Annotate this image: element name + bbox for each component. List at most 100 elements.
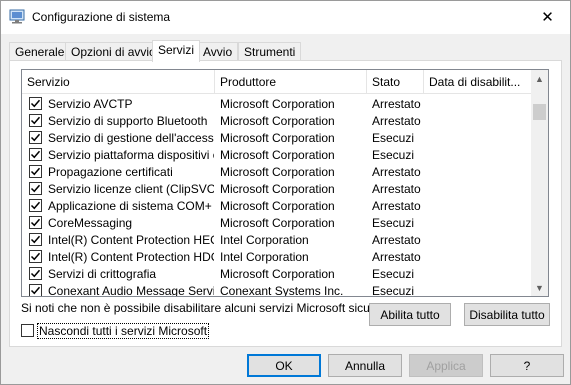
scrollbar-thumb[interactable] <box>533 104 546 120</box>
service-checkbox[interactable] <box>29 250 42 263</box>
service-status: Esecuzi <box>372 148 415 162</box>
scroll-down-arrow-icon[interactable]: ▼ <box>531 279 548 296</box>
service-checkbox[interactable] <box>29 216 42 229</box>
disable-all-button[interactable]: Disabilita tutto <box>464 303 550 326</box>
service-name: Intel(R) Content Protection HEC... <box>48 233 214 247</box>
service-vendor: Microsoft Corporation <box>220 131 335 145</box>
tab-label: Avvio <box>203 45 233 59</box>
ok-button[interactable]: OK <box>247 354 321 377</box>
table-row[interactable]: Conexant Audio Message Service Conexant S… <box>22 282 532 297</box>
table-row[interactable]: Servizio piattaforma dispositivi c... Mic… <box>22 146 532 163</box>
vertical-scrollbar[interactable]: ▲ ▼ <box>531 70 548 296</box>
service-vendor: Microsoft Corporation <box>220 165 335 179</box>
column-header-stato[interactable]: Stato <box>367 70 424 94</box>
service-vendor: Intel Corporation <box>220 250 309 264</box>
service-name: Servizio AVCTP <box>48 97 133 111</box>
service-name: Propagazione certificati <box>48 165 173 179</box>
column-header-produttore[interactable]: Produttore <box>215 70 367 94</box>
table-row[interactable]: Applicazione di sistema COM+ Microsoft Co… <box>22 197 532 214</box>
service-name: Intel(R) Content Protection HDC... <box>48 250 214 264</box>
services-rows: Servizio AVCTP Microsoft Corporation Arres… <box>22 95 532 297</box>
apply-button[interactable]: Applica <box>409 354 483 377</box>
tab-label: Generale <box>15 45 65 59</box>
table-row[interactable]: Propagazione certificati Microsoft Corpor… <box>22 163 532 180</box>
secure-services-note: Si noti che non è possibile disabilitare… <box>21 301 380 315</box>
service-status: Esecuzi <box>372 216 415 230</box>
service-name: Servizi di crittografia <box>48 267 157 281</box>
table-row[interactable]: Servizio di supporto Bluetooth Microsoft … <box>22 112 532 129</box>
service-name: Servizio di gestione dell'accesso ... <box>48 131 214 145</box>
help-label: ? <box>523 358 531 373</box>
service-vendor: Microsoft Corporation <box>220 97 335 111</box>
column-header-servizio[interactable]: Servizio <box>22 70 215 94</box>
tab-generale[interactable]: Generale <box>9 42 71 61</box>
service-status: Arrestato <box>372 182 421 196</box>
hide-ms-label: Nascondi tutti i servizi Microsoft <box>37 323 210 339</box>
system-config-window: Configurazione di sistema ✕ Generale Opz… <box>0 0 571 385</box>
service-vendor: Microsoft Corporation <box>220 148 335 162</box>
help-button[interactable]: ? <box>490 354 564 377</box>
table-row[interactable]: Intel(R) Content Protection HEC... Intel … <box>22 231 532 248</box>
service-checkbox[interactable] <box>29 182 42 195</box>
service-status: Arrestato <box>372 114 421 128</box>
list-header: Servizio Produttore Stato Data di disabi… <box>22 70 532 94</box>
service-status: Arrestato <box>372 165 421 179</box>
tab-strip: Generale Opzioni di avvio Servizi Avvio … <box>9 40 569 62</box>
tab-label: Strumenti <box>244 45 296 59</box>
service-checkbox[interactable] <box>29 97 42 110</box>
tab-strumenti[interactable]: Strumenti <box>238 42 302 61</box>
service-status: Arrestato <box>372 199 421 213</box>
service-name: Servizio licenze client (ClipSVC) <box>48 182 214 196</box>
service-status: Esecuzi <box>372 131 415 145</box>
service-checkbox[interactable] <box>29 267 42 280</box>
cancel-button[interactable]: Annulla <box>328 354 402 377</box>
service-vendor: Conexant Systems Inc. <box>220 284 344 297</box>
table-row[interactable]: CoreMessaging Microsoft Corporation Esecuz… <box>22 214 532 231</box>
service-vendor: Microsoft Corporation <box>220 182 335 196</box>
enable-all-label: Abilita tutto <box>380 307 440 322</box>
service-status: Esecuzi <box>372 267 415 281</box>
service-checkbox[interactable] <box>29 148 42 161</box>
service-checkbox[interactable] <box>29 131 42 144</box>
service-name: Applicazione di sistema COM+ <box>48 199 212 213</box>
table-row[interactable]: Servizio licenze client (ClipSVC) Microso… <box>22 180 532 197</box>
service-status: Arrestato <box>372 233 421 247</box>
table-row[interactable]: Servizio AVCTP Microsoft Corporation Arres… <box>22 95 532 112</box>
service-checkbox[interactable] <box>29 114 42 127</box>
service-name: CoreMessaging <box>48 216 133 230</box>
tab-label: Opzioni di avvio <box>71 45 156 59</box>
scroll-up-arrow-icon[interactable]: ▲ <box>531 70 548 87</box>
msconfig-app-icon <box>9 9 25 24</box>
close-icon: ✕ <box>541 9 554 26</box>
close-button[interactable]: ✕ <box>525 1 570 33</box>
service-name: Conexant Audio Message Service <box>48 284 214 297</box>
cancel-label: Annulla <box>344 358 386 373</box>
tab-servizi[interactable]: Servizi <box>152 40 201 62</box>
service-vendor: Microsoft Corporation <box>220 199 335 213</box>
tab-opzioni-di-avvio[interactable]: Opzioni di avvio <box>65 42 162 61</box>
tab-label: Servizi <box>158 43 195 57</box>
service-vendor: Microsoft Corporation <box>220 114 335 128</box>
service-checkbox[interactable] <box>29 199 42 212</box>
table-row[interactable]: Servizio di gestione dell'accesso ... Mic… <box>22 129 532 146</box>
apply-label: Applica <box>426 358 466 373</box>
service-status: Esecuzi <box>372 284 415 297</box>
services-list[interactable]: Servizio Produttore Stato Data di disabi… <box>21 69 549 297</box>
table-row[interactable]: Intel(R) Content Protection HDC... Intel … <box>22 248 532 265</box>
service-checkbox[interactable] <box>29 165 42 178</box>
service-name: Servizio di supporto Bluetooth <box>48 114 208 128</box>
table-row[interactable]: Servizi di crittografia Microsoft Corpora… <box>22 265 532 282</box>
tab-avvio[interactable]: Avvio <box>197 42 239 61</box>
hide-ms-checkbox-box[interactable] <box>21 324 34 337</box>
column-header-data-disabilitazione[interactable]: Data di disabilit... <box>424 70 532 94</box>
ok-label: OK <box>275 358 293 373</box>
service-vendor: Microsoft Corporation <box>220 216 335 230</box>
window-title: Configurazione di sistema <box>32 10 171 24</box>
service-checkbox[interactable] <box>29 284 42 296</box>
service-vendor: Intel Corporation <box>220 233 309 247</box>
title-bar[interactable]: Configurazione di sistema ✕ <box>1 1 570 34</box>
enable-all-button[interactable]: Abilita tutto <box>369 303 451 326</box>
services-panel: Servizio Produttore Stato Data di disabi… <box>9 60 562 347</box>
disable-all-label: Disabilita tutto <box>469 307 545 322</box>
service-checkbox[interactable] <box>29 233 42 246</box>
